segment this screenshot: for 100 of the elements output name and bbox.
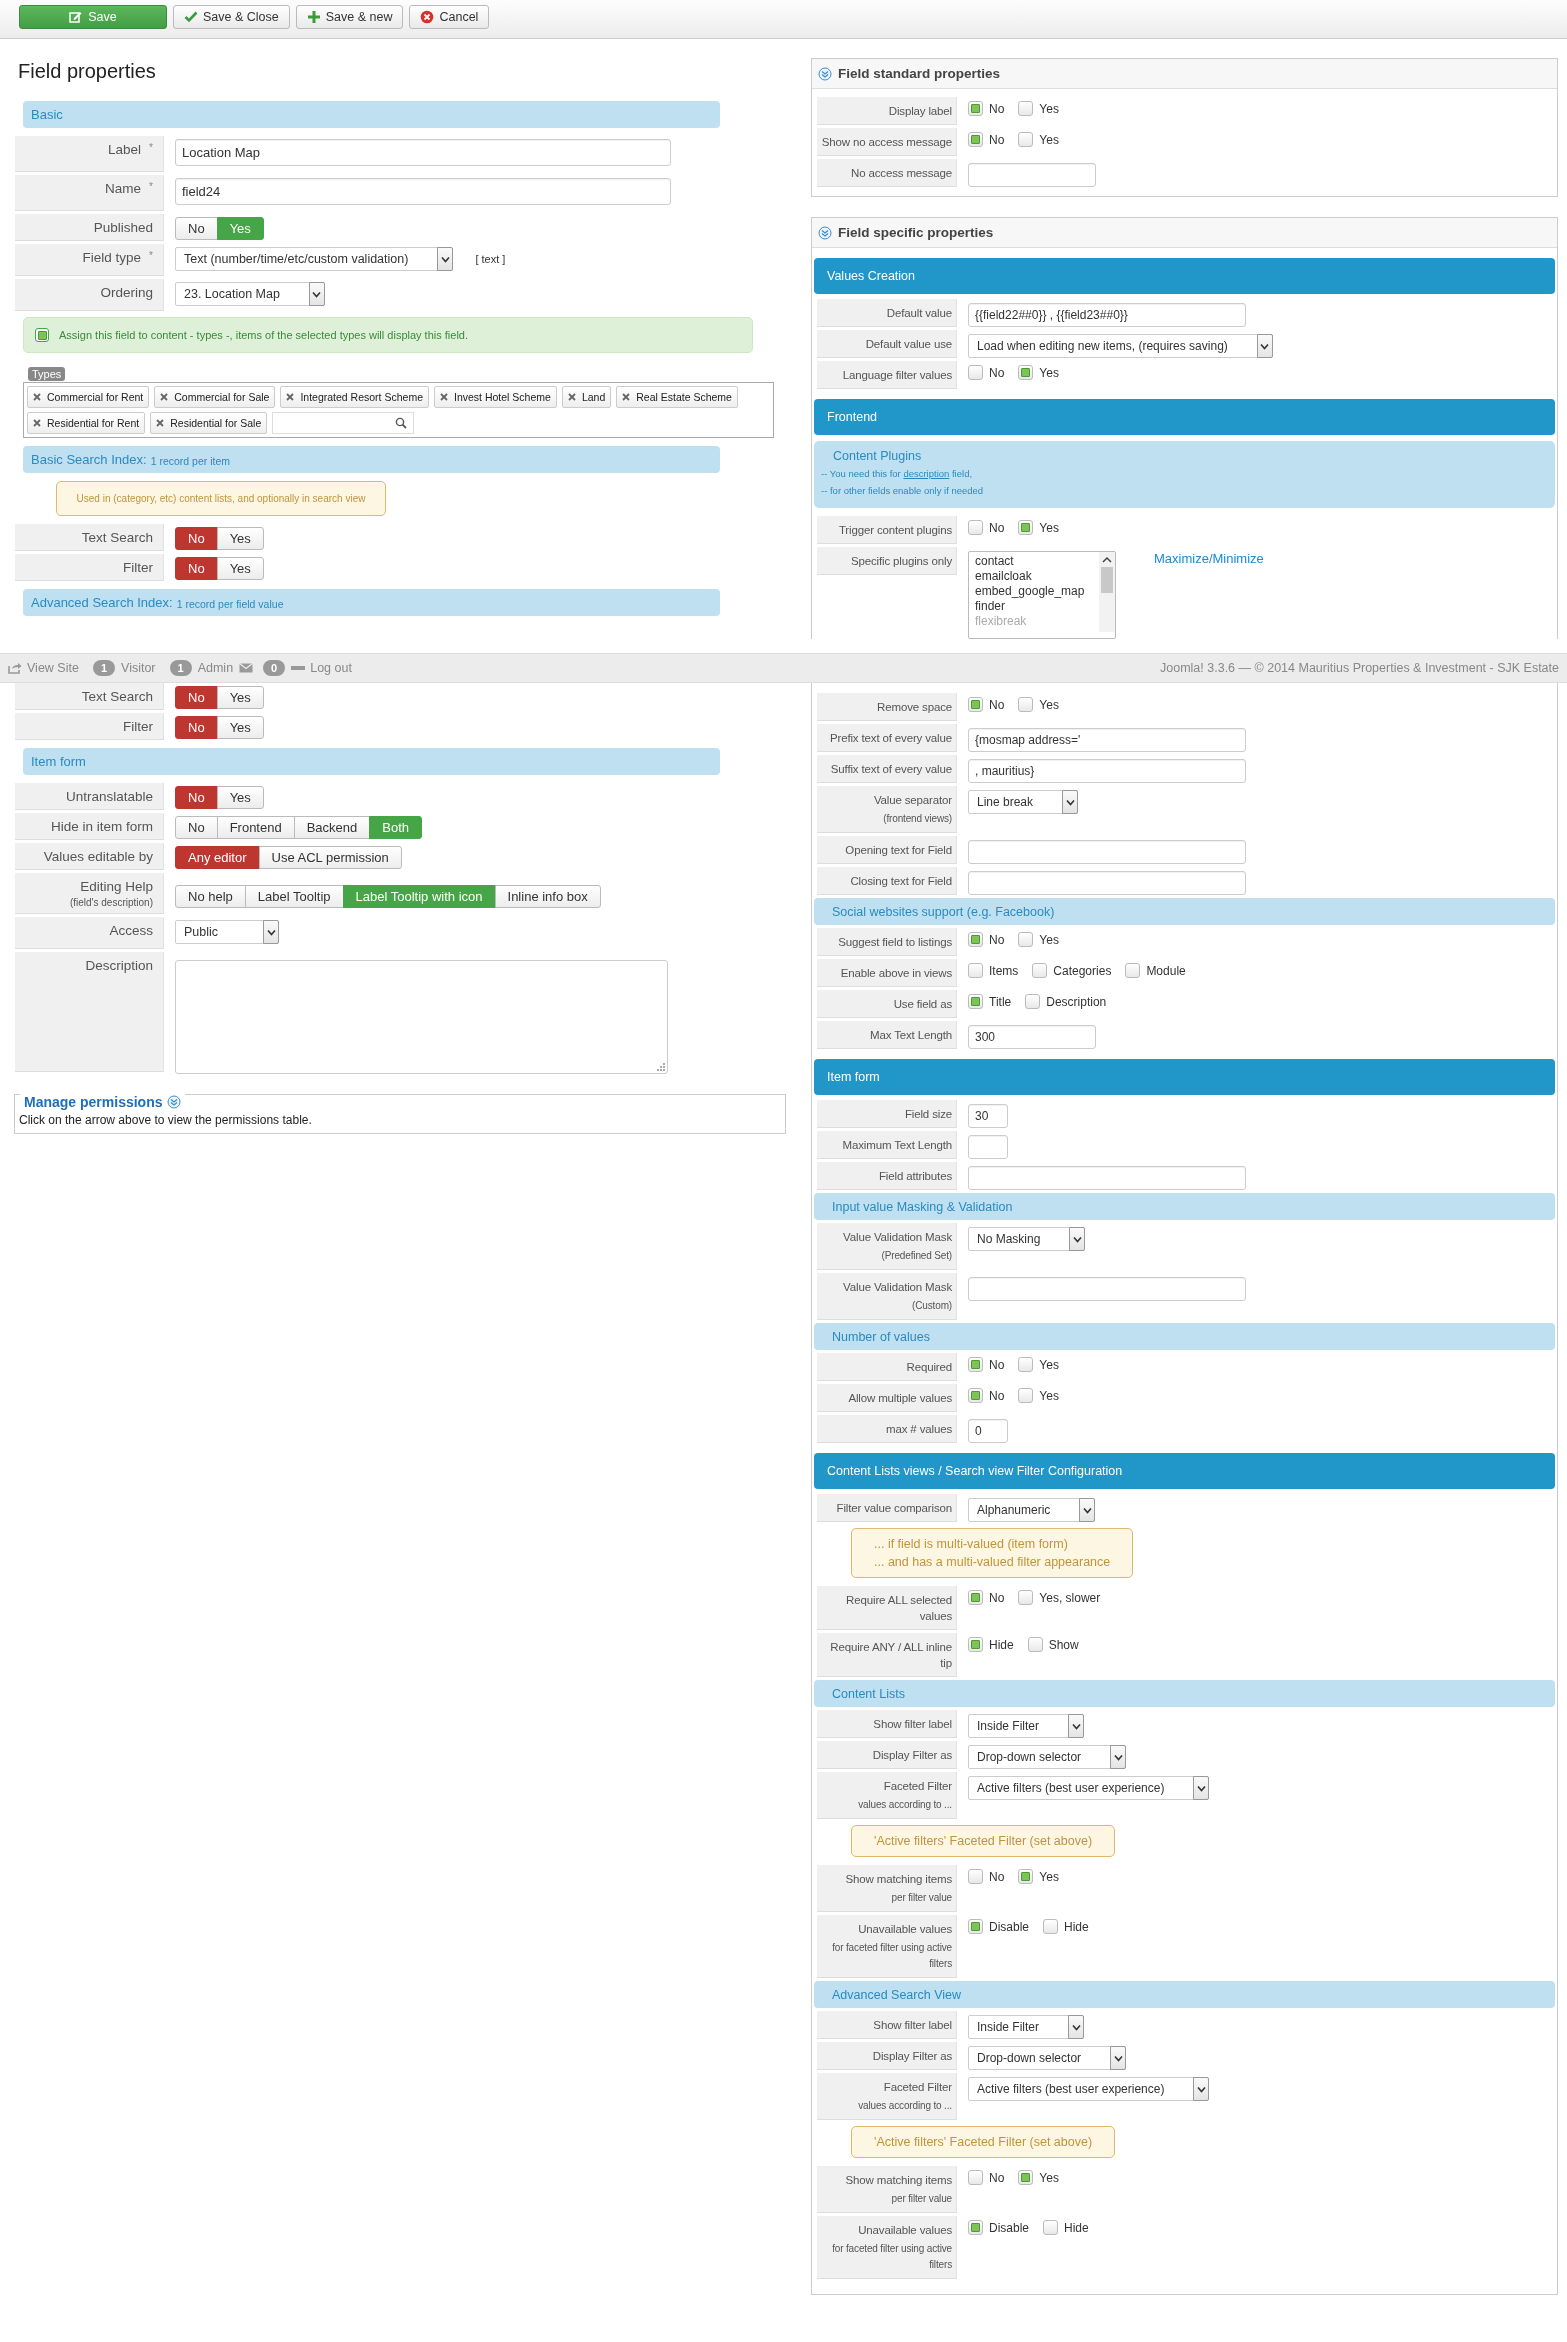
select-field[interactable]: Inside Filter (968, 2015, 1085, 2039)
toggle-button[interactable]: Yes (216, 557, 264, 580)
text-field[interactable]: Location Map (175, 139, 671, 166)
tag[interactable]: Land (561, 386, 612, 408)
toggle-button[interactable]: Frontend (216, 816, 295, 839)
list-item[interactable]: contact (975, 554, 1093, 569)
checkbox[interactable] (1043, 1919, 1059, 1934)
checkbox[interactable] (968, 132, 983, 147)
list-item[interactable]: emailcloak (975, 569, 1093, 584)
toggle-button[interactable]: Inline info box (494, 885, 601, 908)
toggle-button[interactable]: Yes (216, 527, 264, 550)
textarea-field[interactable] (175, 960, 668, 1074)
checkbox[interactable] (1018, 1388, 1034, 1403)
list-item[interactable]: finder (975, 599, 1093, 614)
search-field[interactable] (272, 412, 415, 434)
text-field[interactable] (968, 1277, 1246, 1301)
toggle-button[interactable]: Use ACL permission (258, 846, 402, 869)
checkbox[interactable] (968, 520, 983, 535)
select-field[interactable]: Drop-down selector (968, 2046, 1127, 2070)
select-field[interactable]: No Masking (968, 1227, 1086, 1251)
tag[interactable]: Residential for Rent (27, 412, 146, 434)
checkbox[interactable] (968, 1590, 983, 1605)
checkbox[interactable] (968, 365, 983, 380)
checkbox[interactable] (1125, 963, 1141, 978)
checkbox[interactable] (968, 101, 983, 116)
toolbar-button[interactable]: Save & Close (173, 5, 290, 29)
checkbox[interactable] (968, 2220, 983, 2235)
tag[interactable]: Commercial for Rent (27, 386, 150, 408)
checkbox[interactable] (968, 932, 983, 947)
toggle-button[interactable]: No (175, 786, 218, 809)
checkbox[interactable] (1018, 132, 1034, 147)
toggle-button[interactable]: Yes (216, 716, 264, 739)
select-field[interactable]: Public (175, 920, 279, 944)
text-field[interactable]: 0 (968, 1419, 1008, 1443)
toggle-button[interactable]: Label Tooltip (244, 885, 344, 908)
checkbox[interactable] (968, 1357, 983, 1372)
select-field[interactable]: Alphanumeric (968, 1498, 1096, 1522)
toggle-button[interactable]: No (175, 686, 218, 709)
text-field[interactable]: 300 (968, 1025, 1096, 1049)
toggle-button[interactable]: Yes (216, 686, 264, 709)
select-field[interactable]: Load when editing new items, (requires saving) (968, 334, 1273, 358)
checkbox[interactable] (968, 1637, 983, 1652)
checkbox[interactable] (968, 1388, 983, 1403)
checkbox[interactable] (35, 328, 49, 342)
checkbox[interactable] (968, 697, 983, 712)
toolbar-button[interactable]: Save & new (295, 5, 404, 29)
text-field[interactable]: {{field22##0}} , {{field23##0}} (968, 303, 1246, 327)
checkbox[interactable] (1018, 2170, 1034, 2185)
text-field[interactable] (968, 163, 1096, 187)
tag[interactable]: Real Estate Scheme (616, 386, 738, 408)
select-field[interactable]: Text (number/time/etc/custom validation) (175, 247, 454, 271)
select-field[interactable]: Drop-down selector (968, 1745, 1127, 1769)
checkbox[interactable] (1025, 994, 1041, 1009)
checkbox[interactable] (968, 1869, 983, 1884)
toggle-button[interactable]: No (175, 716, 218, 739)
panel-header[interactable]: Field standard properties (812, 59, 1557, 89)
text-field[interactable] (968, 1166, 1246, 1190)
checkbox[interactable] (1018, 1869, 1034, 1884)
checkbox[interactable] (1018, 1590, 1034, 1605)
checkbox[interactable] (968, 1919, 983, 1934)
select-field[interactable]: Active filters (best user experience) (968, 1776, 1210, 1800)
toggle-button[interactable]: No (175, 816, 218, 839)
checkbox[interactable] (1027, 1637, 1043, 1652)
tag-field[interactable]: Commercial for Rent Commercial for Sale Integrated Resort Scheme Invest Hotel Scheme Land Real Estate Scheme Residential for Rent Residential for Sale (23, 382, 774, 438)
toggle-button[interactable]: Any editor (175, 846, 260, 869)
toolbar-button[interactable]: Cancel (409, 5, 490, 29)
checkbox[interactable] (968, 994, 983, 1009)
toggle-button[interactable]: No (175, 217, 218, 240)
checkbox[interactable] (1018, 520, 1034, 535)
checkbox[interactable] (968, 963, 983, 978)
text-field[interactable]: , mauritius} (968, 759, 1246, 783)
toggle-button[interactable]: No help (175, 885, 246, 908)
checkbox[interactable] (968, 2170, 983, 2185)
toggle-button[interactable]: No (175, 557, 218, 580)
checkbox[interactable] (1018, 365, 1034, 380)
tag[interactable]: Residential for Sale (150, 412, 268, 434)
toggle-button[interactable]: Yes (216, 786, 264, 809)
checkbox[interactable] (1032, 963, 1048, 978)
maximize-link[interactable]: Maximize/Minimize (1154, 551, 1264, 566)
tag[interactable]: Integrated Resort Scheme (280, 386, 429, 408)
panel-header[interactable]: Field specific properties (812, 218, 1557, 248)
text-field[interactable]: 30 (968, 1104, 1008, 1128)
tag[interactable]: Commercial for Sale (154, 386, 276, 408)
list-box[interactable]: contact emailcloak embed_google_map finder flexibreak (968, 551, 1116, 639)
checkbox[interactable] (1018, 101, 1034, 116)
select-field[interactable]: Inside Filter (968, 1714, 1085, 1738)
text-field[interactable] (968, 871, 1246, 895)
text-field[interactable]: {mosmap address=' (968, 728, 1246, 752)
checkbox[interactable] (1018, 697, 1034, 712)
tag[interactable]: Invest Hotel Scheme (434, 386, 557, 408)
text-field[interactable] (968, 1135, 1008, 1159)
checkbox[interactable] (1018, 1357, 1034, 1372)
text-field[interactable] (968, 840, 1246, 864)
list-item[interactable]: embed_google_map (975, 584, 1093, 599)
select-field[interactable]: Active filters (best user experience) (968, 2077, 1210, 2101)
select-field[interactable]: 23. Location Map (175, 282, 325, 306)
toggle-button[interactable]: No (175, 527, 218, 550)
checkbox[interactable] (1043, 2220, 1059, 2235)
checkbox[interactable] (1018, 932, 1034, 947)
select-field[interactable]: Line break (968, 790, 1079, 814)
